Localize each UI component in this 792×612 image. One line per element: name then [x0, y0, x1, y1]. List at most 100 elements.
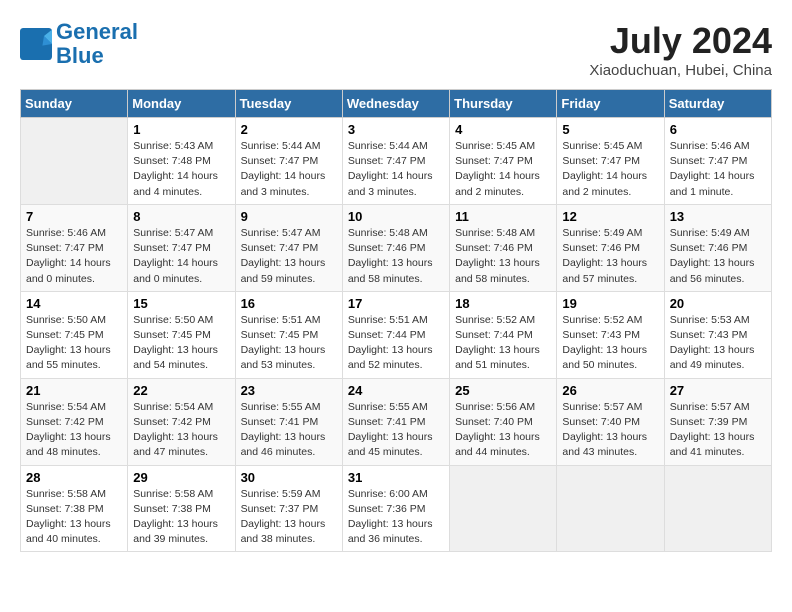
calendar-cell: 2Sunrise: 5:44 AM Sunset: 7:47 PM Daylig… [235, 118, 342, 205]
calendar-cell: 16 Sunrise: 5:51 AM Sunset: 7:45 PM Dayli… [235, 291, 342, 378]
location-text: Xiaoduchuan, Hubei, China [589, 62, 772, 79]
day-info: Sunrise: 5:48 AM Sunset: 7:46 PM Dayligh… [455, 226, 551, 287]
logo-icon [20, 28, 52, 60]
calendar-cell: 12 Sunrise: 5:49 AM Sunset: 7:46 PM Dayli… [557, 204, 664, 291]
day-info: Sunrise: 5:58 AM Sunset: 7:38 PM Dayligh… [26, 487, 122, 548]
day-info: Sunrise: 5:50 AM Sunset: 7:45 PM Dayligh… [133, 313, 229, 374]
day-number: 24 [348, 383, 444, 398]
calendar-cell: 24 Sunrise: 5:55 AM Sunset: 7:41 PM Dayli… [342, 378, 449, 465]
day-info: Sunrise: 6:00 AM Sunset: 7:36 PM Dayligh… [348, 487, 444, 548]
day-info: Sunrise: 5:51 AM Sunset: 7:44 PM Dayligh… [348, 313, 444, 374]
calendar-week-5: 28 Sunrise: 5:58 AM Sunset: 7:38 PM Dayli… [21, 465, 772, 552]
day-info: Sunrise: 5:53 AM Sunset: 7:43 PM Dayligh… [670, 313, 766, 374]
day-number: 12 [562, 209, 658, 224]
calendar-cell: 26 Sunrise: 5:57 AM Sunset: 7:40 PM Dayli… [557, 378, 664, 465]
day-number: 23 [241, 383, 337, 398]
logo-blue: Blue [56, 43, 104, 68]
calendar-cell: 1Sunrise: 5:43 AM Sunset: 7:48 PM Daylig… [128, 118, 235, 205]
calendar-cell: 5 Sunrise: 5:45 AM Sunset: 7:47 PM Daylig… [557, 118, 664, 205]
calendar-cell: 13 Sunrise: 5:49 AM Sunset: 7:46 PM Dayli… [664, 204, 771, 291]
day-info: Sunrise: 5:55 AM Sunset: 7:41 PM Dayligh… [348, 400, 444, 461]
day-number: 11 [455, 209, 551, 224]
day-info: Sunrise: 5:49 AM Sunset: 7:46 PM Dayligh… [562, 226, 658, 287]
day-info: Sunrise: 5:51 AM Sunset: 7:45 PM Dayligh… [241, 313, 337, 374]
calendar-cell: 4Sunrise: 5:45 AM Sunset: 7:47 PM Daylig… [450, 118, 557, 205]
day-number: 27 [670, 383, 766, 398]
calendar-cell: 18 Sunrise: 5:52 AM Sunset: 7:44 PM Dayli… [450, 291, 557, 378]
day-info: Sunrise: 5:58 AM Sunset: 7:38 PM Dayligh… [133, 487, 229, 548]
day-number: 16 [241, 296, 337, 311]
day-number: 13 [670, 209, 766, 224]
day-number: 7 [26, 209, 122, 224]
header-saturday: Saturday [664, 90, 771, 118]
header-sunday: Sunday [21, 90, 128, 118]
calendar-week-4: 21 Sunrise: 5:54 AM Sunset: 7:42 PM Dayli… [21, 378, 772, 465]
day-info: Sunrise: 5:47 AM Sunset: 7:47 PM Dayligh… [241, 226, 337, 287]
day-number: 29 [133, 470, 229, 485]
header-tuesday: Tuesday [235, 90, 342, 118]
calendar-cell [664, 465, 771, 552]
day-info: Sunrise: 5:52 AM Sunset: 7:43 PM Dayligh… [562, 313, 658, 374]
day-info: Sunrise: 5:57 AM Sunset: 7:39 PM Dayligh… [670, 400, 766, 461]
calendar-cell: 9 Sunrise: 5:47 AM Sunset: 7:47 PM Daylig… [235, 204, 342, 291]
logo-text: General Blue [56, 20, 138, 68]
day-info: Sunrise: 5:55 AM Sunset: 7:41 PM Dayligh… [241, 400, 337, 461]
calendar-cell: 28 Sunrise: 5:58 AM Sunset: 7:38 PM Dayli… [21, 465, 128, 552]
day-info: Sunrise: 5:46 AM Sunset: 7:47 PM Dayligh… [26, 226, 122, 287]
day-info: Sunrise: 5:52 AM Sunset: 7:44 PM Dayligh… [455, 313, 551, 374]
title-block: July 2024 Xiaoduchuan, Hubei, China [589, 20, 772, 79]
day-info: Sunrise: 5:57 AM Sunset: 7:40 PM Dayligh… [562, 400, 658, 461]
day-number: 4 [455, 122, 551, 137]
calendar-cell: 10Sunrise: 5:48 AM Sunset: 7:46 PM Dayli… [342, 204, 449, 291]
header-monday: Monday [128, 90, 235, 118]
calendar-cell: 20 Sunrise: 5:53 AM Sunset: 7:43 PM Dayli… [664, 291, 771, 378]
page-header: General Blue July 2024 Xiaoduchuan, Hube… [20, 20, 772, 79]
day-number: 20 [670, 296, 766, 311]
day-number: 14 [26, 296, 122, 311]
calendar-cell: 11 Sunrise: 5:48 AM Sunset: 7:46 PM Dayli… [450, 204, 557, 291]
header-wednesday: Wednesday [342, 90, 449, 118]
day-info: Sunrise: 5:54 AM Sunset: 7:42 PM Dayligh… [133, 400, 229, 461]
day-number: 28 [26, 470, 122, 485]
day-number: 3 [348, 122, 444, 137]
day-number: 6 [670, 122, 766, 137]
day-number: 18 [455, 296, 551, 311]
day-number: 8 [133, 209, 229, 224]
day-number: 22 [133, 383, 229, 398]
day-number: 26 [562, 383, 658, 398]
calendar-cell: 22 Sunrise: 5:54 AM Sunset: 7:42 PM Dayli… [128, 378, 235, 465]
day-number: 21 [26, 383, 122, 398]
day-info: Sunrise: 5:46 AM Sunset: 7:47 PM Dayligh… [670, 139, 766, 200]
day-info: Sunrise: 5:45 AM Sunset: 7:47 PM Dayligh… [562, 139, 658, 200]
calendar-cell: 30 Sunrise: 5:59 AM Sunset: 7:37 PM Dayli… [235, 465, 342, 552]
calendar-week-2: 7 Sunrise: 5:46 AM Sunset: 7:47 PM Daylig… [21, 204, 772, 291]
day-info: Sunrise: 5:56 AM Sunset: 7:40 PM Dayligh… [455, 400, 551, 461]
header-friday: Friday [557, 90, 664, 118]
calendar-cell: 27 Sunrise: 5:57 AM Sunset: 7:39 PM Dayli… [664, 378, 771, 465]
calendar-week-1: 1Sunrise: 5:43 AM Sunset: 7:48 PM Daylig… [21, 118, 772, 205]
day-info: Sunrise: 5:44 AM Sunset: 7:47 PM Dayligh… [241, 139, 337, 200]
day-number: 5 [562, 122, 658, 137]
calendar-cell: 23 Sunrise: 5:55 AM Sunset: 7:41 PM Dayli… [235, 378, 342, 465]
calendar-cell: 17 Sunrise: 5:51 AM Sunset: 7:44 PM Dayli… [342, 291, 449, 378]
day-number: 17 [348, 296, 444, 311]
day-info: Sunrise: 5:59 AM Sunset: 7:37 PM Dayligh… [241, 487, 337, 548]
day-number: 9 [241, 209, 337, 224]
calendar-cell: 25Sunrise: 5:56 AM Sunset: 7:40 PM Dayli… [450, 378, 557, 465]
calendar-cell: 31 Sunrise: 6:00 AM Sunset: 7:36 PM Dayli… [342, 465, 449, 552]
calendar-table: SundayMondayTuesdayWednesdayThursdayFrid… [20, 89, 772, 552]
day-info: Sunrise: 5:49 AM Sunset: 7:46 PM Dayligh… [670, 226, 766, 287]
day-number: 30 [241, 470, 337, 485]
day-number: 31 [348, 470, 444, 485]
logo-general: General [56, 19, 138, 44]
calendar-cell: 6 Sunrise: 5:46 AM Sunset: 7:47 PM Daylig… [664, 118, 771, 205]
header-thursday: Thursday [450, 90, 557, 118]
day-info: Sunrise: 5:47 AM Sunset: 7:47 PM Dayligh… [133, 226, 229, 287]
day-info: Sunrise: 5:54 AM Sunset: 7:42 PM Dayligh… [26, 400, 122, 461]
calendar-cell: 21 Sunrise: 5:54 AM Sunset: 7:42 PM Dayli… [21, 378, 128, 465]
calendar-cell [557, 465, 664, 552]
calendar-cell: 3 Sunrise: 5:44 AM Sunset: 7:47 PM Daylig… [342, 118, 449, 205]
calendar-header-row: SundayMondayTuesdayWednesdayThursdayFrid… [21, 90, 772, 118]
day-info: Sunrise: 5:44 AM Sunset: 7:47 PM Dayligh… [348, 139, 444, 200]
day-info: Sunrise: 5:43 AM Sunset: 7:48 PM Dayligh… [133, 139, 229, 200]
